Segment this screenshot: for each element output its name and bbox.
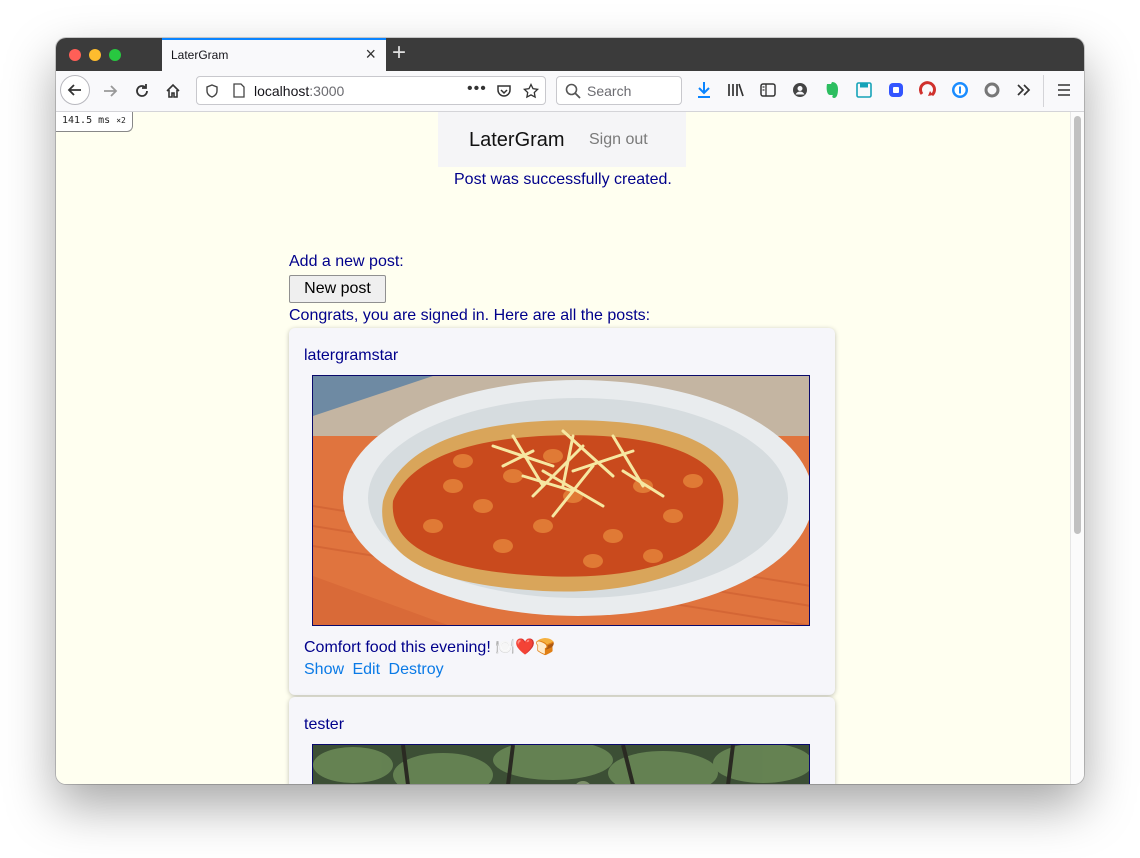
extension-red-icon[interactable] xyxy=(917,79,939,101)
browser-window: LaterGram × + localhost:3000 ••• Search … xyxy=(56,38,1084,784)
home-icon xyxy=(166,83,180,98)
page-content: 141.5 ms ×2 LaterGram Sign out Post was … xyxy=(56,112,1070,784)
post-actions: Show Edit Destroy xyxy=(304,661,448,679)
beans-on-toast-image xyxy=(313,376,809,625)
bookmark-star-icon[interactable] xyxy=(523,83,539,99)
post-username: tester xyxy=(304,716,345,733)
extension-gray-icon[interactable] xyxy=(981,79,1003,101)
overflow-chevron-icon[interactable] xyxy=(1013,79,1035,101)
forest-image xyxy=(313,745,809,784)
back-button[interactable] xyxy=(60,75,90,105)
home-button[interactable] xyxy=(161,77,185,105)
back-arrow-icon xyxy=(67,84,81,96)
new-tab-icon[interactable]: + xyxy=(392,40,406,66)
flash-notice: Post was successfully created. xyxy=(454,171,672,188)
save-page-icon[interactable] xyxy=(853,79,875,101)
extension-blue-icon[interactable] xyxy=(885,79,907,101)
search-placeholder: Search xyxy=(587,83,632,99)
toolbar-divider xyxy=(1043,75,1044,107)
page-actions-icon[interactable]: ••• xyxy=(467,80,487,98)
tab-title: LaterGram xyxy=(171,48,229,62)
sign-out-link[interactable]: Sign out xyxy=(589,131,648,149)
post-card: tester xyxy=(289,697,835,784)
url-bar[interactable]: localhost:3000 ••• xyxy=(196,76,546,105)
url-text: localhost:3000 xyxy=(254,83,345,99)
sidebar-icon[interactable] xyxy=(757,79,779,101)
close-tab-icon[interactable]: × xyxy=(365,43,376,65)
post-card: latergramstar Comfort food this evening!… xyxy=(289,328,835,695)
evernote-icon[interactable] xyxy=(821,79,843,101)
tab-strip: LaterGram × + xyxy=(56,38,1084,71)
navigation-toolbar: localhost:3000 ••• Search xyxy=(56,71,1084,112)
minimize-window-button[interactable] xyxy=(89,49,101,61)
reload-icon xyxy=(136,84,148,97)
forward-button[interactable] xyxy=(98,77,122,105)
shield-icon[interactable] xyxy=(205,84,219,98)
timing-badge[interactable]: 141.5 ms ×2 xyxy=(56,112,133,132)
forward-arrow-icon xyxy=(104,85,118,97)
post-username: latergramstar xyxy=(304,347,399,364)
search-icon xyxy=(565,83,581,99)
destroy-link[interactable]: Destroy xyxy=(389,661,444,678)
page-icon xyxy=(233,83,245,98)
add-post-label: Add a new post: xyxy=(289,253,404,270)
app-header: LaterGram Sign out xyxy=(438,112,686,167)
app-brand[interactable]: LaterGram xyxy=(469,129,565,152)
post-image[interactable] xyxy=(312,744,810,784)
pocket-icon[interactable] xyxy=(496,83,512,99)
zoom-window-button[interactable] xyxy=(109,49,121,61)
vertical-scrollbar[interactable] xyxy=(1070,112,1084,784)
password-manager-icon[interactable] xyxy=(949,79,971,101)
edit-link[interactable]: Edit xyxy=(352,661,380,678)
post-caption: Comfort food this evening! 🍽️❤️🍞 xyxy=(304,639,555,656)
post-image[interactable] xyxy=(312,375,810,626)
show-link[interactable]: Show xyxy=(304,661,344,678)
tab-latergram[interactable]: LaterGram × xyxy=(162,38,386,71)
hamburger-menu-icon[interactable] xyxy=(1053,79,1075,101)
library-icon[interactable] xyxy=(725,79,747,101)
scrollbar-thumb[interactable] xyxy=(1074,116,1081,534)
close-window-button[interactable] xyxy=(69,49,81,61)
account-icon[interactable] xyxy=(789,79,811,101)
congrats-message: Congrats, you are signed in. Here are al… xyxy=(289,307,651,324)
new-post-button[interactable]: New post xyxy=(289,275,386,303)
reload-button[interactable] xyxy=(130,77,154,105)
search-field[interactable]: Search xyxy=(556,76,682,105)
downloads-icon[interactable] xyxy=(693,79,715,101)
